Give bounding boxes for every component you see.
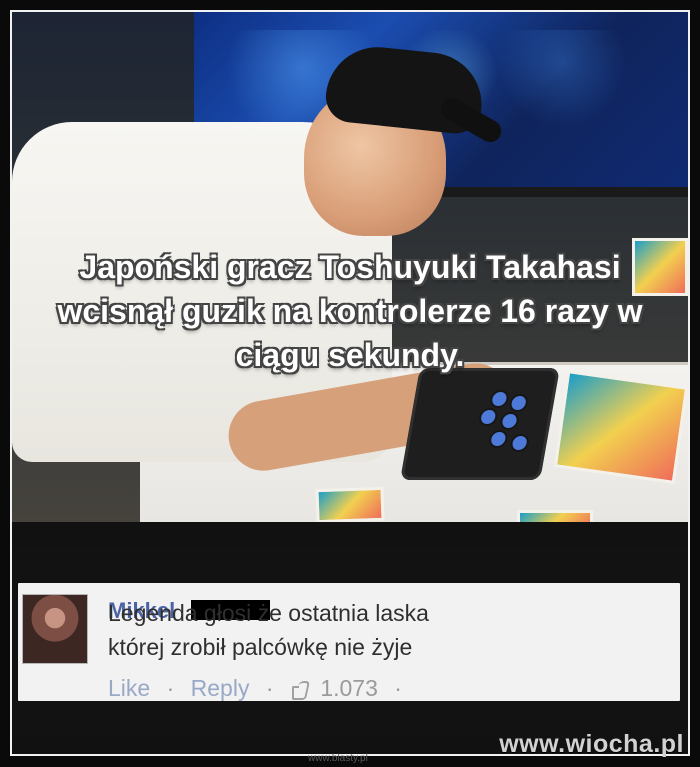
meme-page: Japoński gracz Toshuyuki Takahasi wcisną… [0, 0, 700, 767]
controller-button [491, 392, 508, 406]
separator-dot: · [166, 675, 175, 701]
separator-dot: · [394, 675, 402, 701]
game-controller [400, 368, 560, 480]
like-link[interactable]: Like [108, 675, 150, 701]
site-watermark: www.wiocha.pl [499, 730, 684, 758]
avatar [22, 594, 88, 664]
thumbs-up-icon [290, 680, 308, 700]
game-card [315, 486, 385, 522]
separator-dot: · [265, 675, 274, 701]
reply-link[interactable]: Reply [191, 675, 250, 701]
comment-actions: Like · Reply · 1.073 · [108, 674, 412, 702]
game-card [553, 369, 688, 485]
comment-text: Legenda głosi że ostatnia laska której z… [108, 600, 429, 660]
meme-caption: Japoński gracz Toshuyuki Takahasi wcisną… [57, 249, 643, 373]
controller-button [511, 436, 528, 450]
small-watermark: www.blasty.pl [308, 753, 368, 764]
controller-button [501, 414, 518, 428]
reaction-count: 1.073 [320, 675, 378, 701]
controller-button [510, 396, 527, 410]
controller-button [490, 432, 507, 446]
game-card [517, 510, 593, 522]
controller-button [480, 410, 497, 424]
